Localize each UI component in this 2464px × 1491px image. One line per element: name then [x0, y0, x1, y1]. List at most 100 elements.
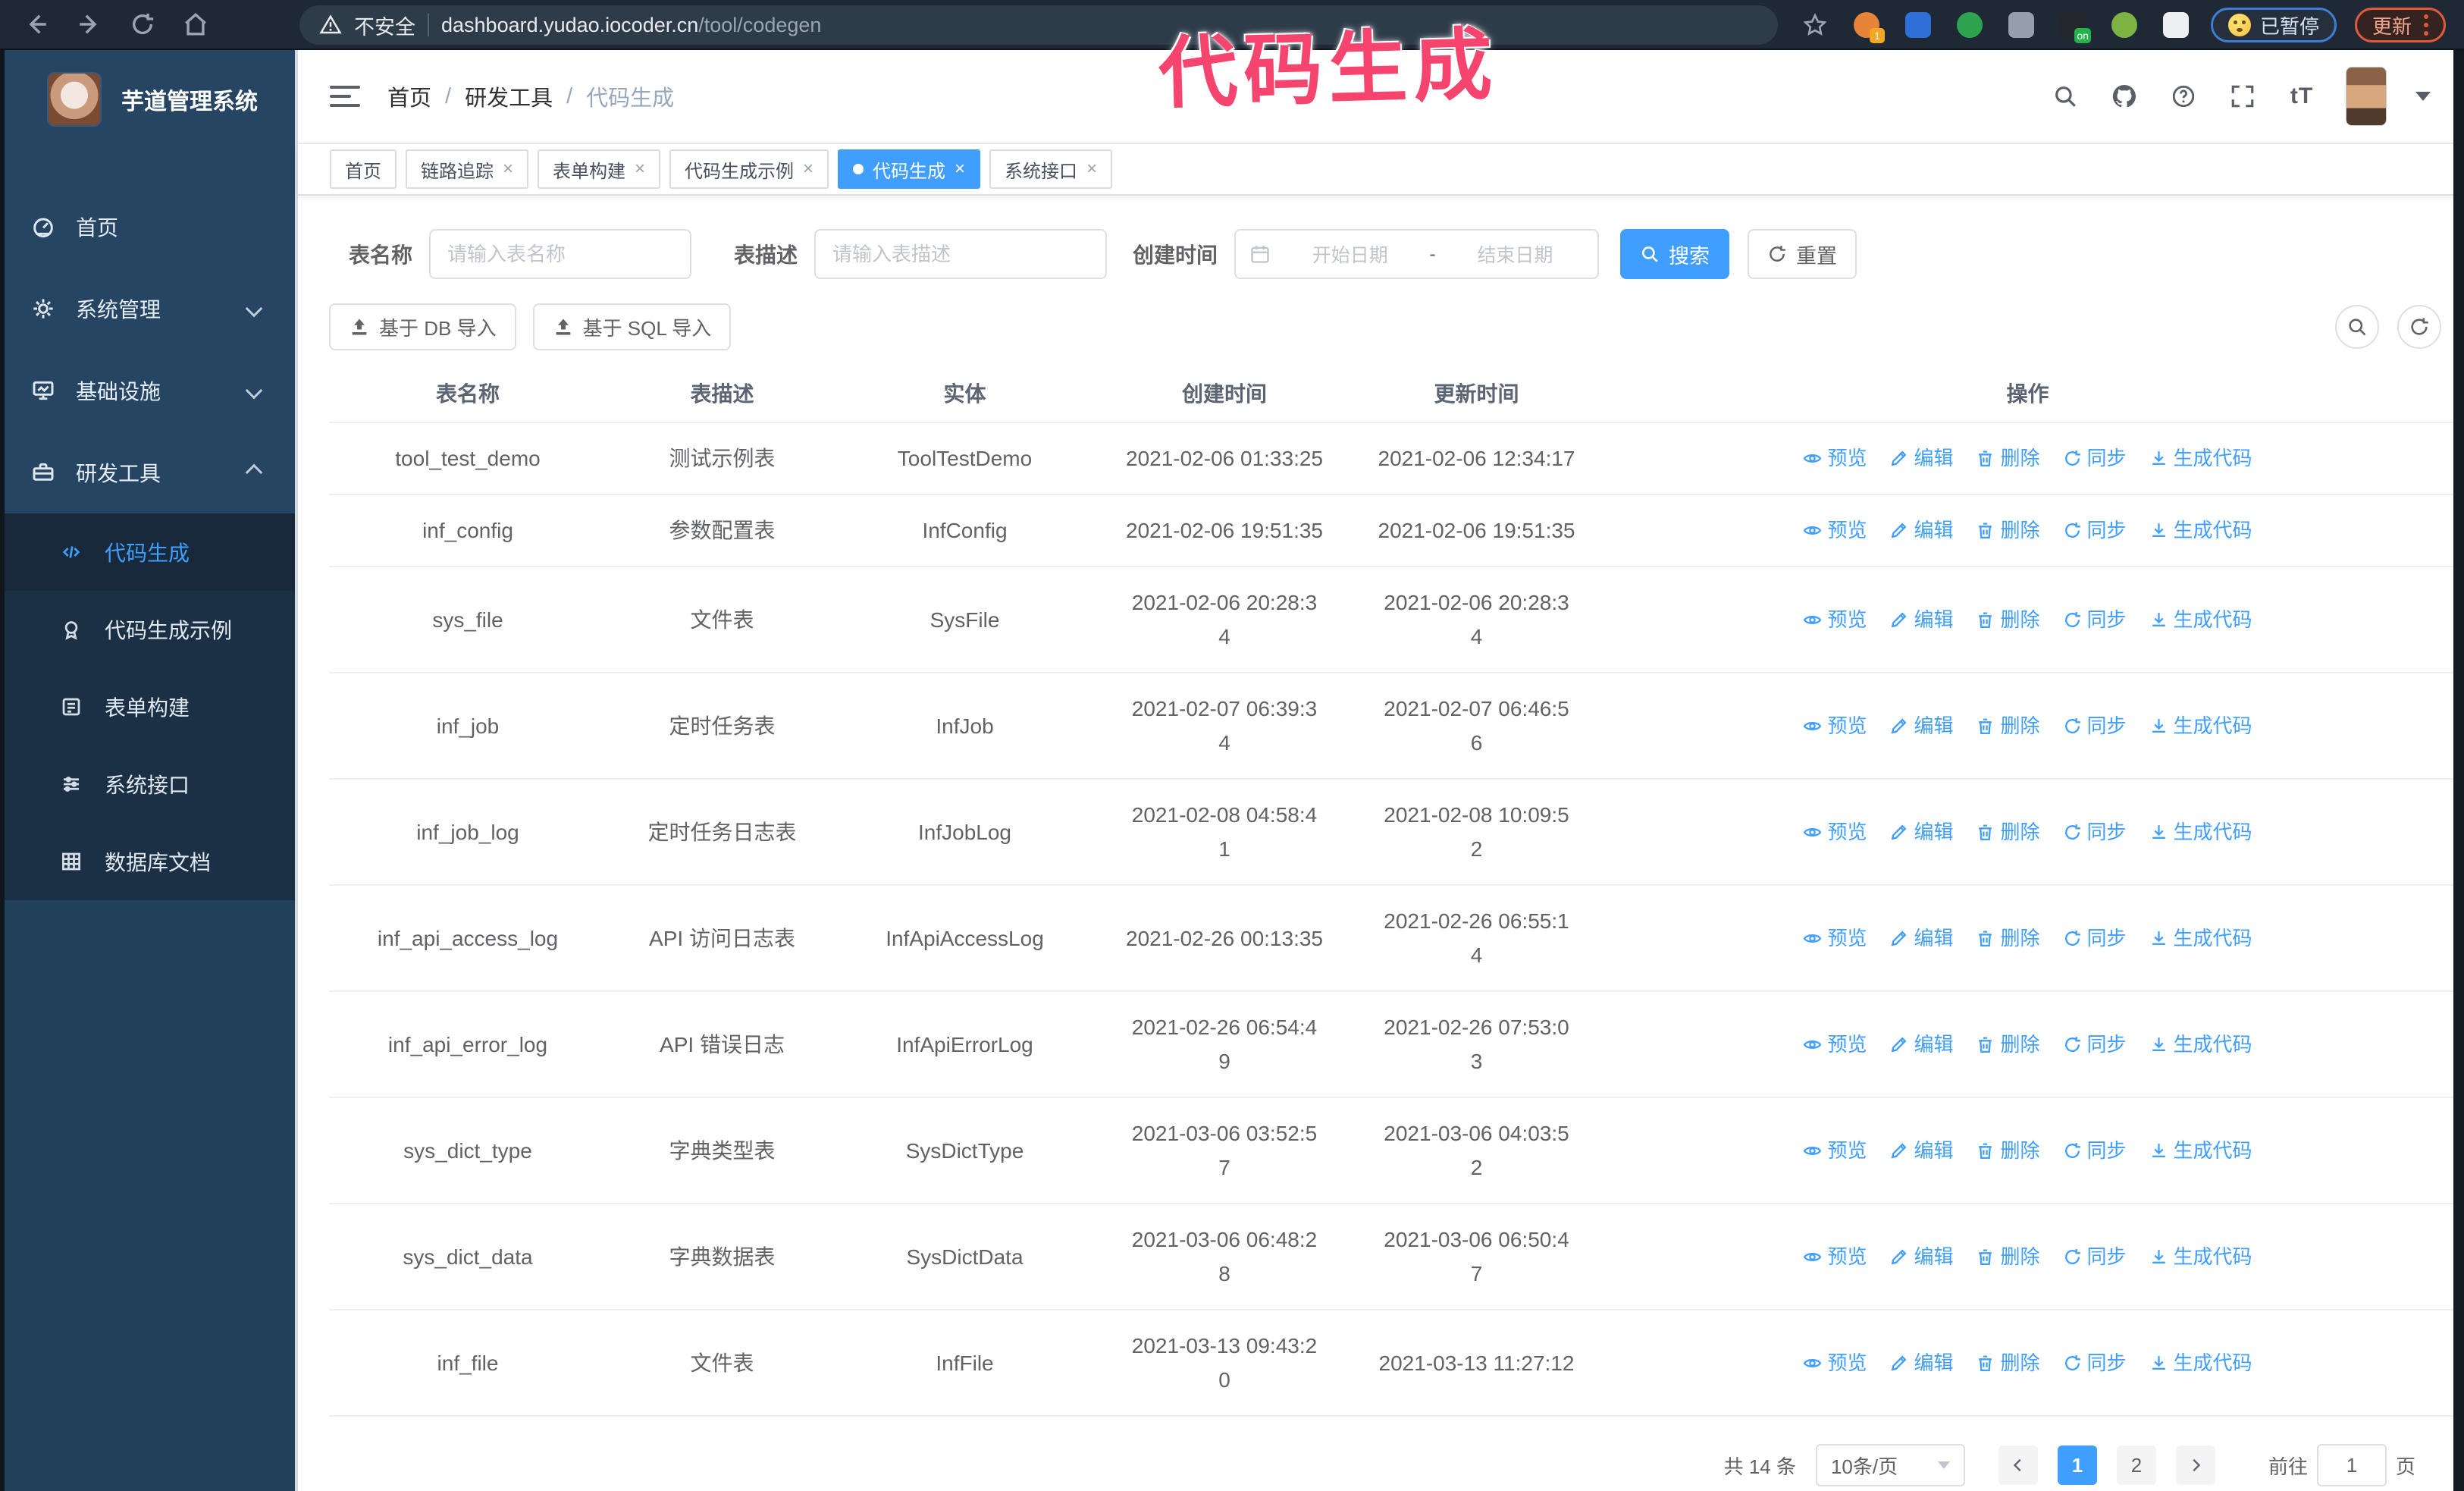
预览-action-link[interactable]: 预览 [1803, 513, 1867, 548]
address-bar[interactable]: 不安全 dashboard.yudao.iocoder.cn/tool/code… [299, 5, 1778, 45]
breadcrumb-item[interactable]: 研发工具 [465, 80, 553, 112]
goto-page-input[interactable] [2316, 1444, 2387, 1486]
help-icon[interactable] [2168, 81, 2199, 111]
同步-action-link[interactable]: 同步 [2063, 1240, 2127, 1274]
同步-action-link[interactable]: 同步 [2063, 921, 2127, 956]
同步-action-link[interactable]: 同步 [2063, 603, 2127, 637]
sidebar-item-1[interactable]: 系统管理 [0, 268, 295, 350]
编辑-action-link[interactable]: 编辑 [1889, 603, 1953, 637]
tab-系统接口[interactable]: 系统接口 × [989, 149, 1113, 189]
sidebar-item-5[interactable]: 代码生成示例 [0, 591, 295, 668]
table-name-input[interactable] [429, 229, 692, 279]
toggle-search-button[interactable] [2335, 305, 2379, 349]
删除-action-link[interactable]: 删除 [1976, 603, 2040, 637]
sidebar-item-3[interactable]: 研发工具 [0, 432, 295, 513]
预览-action-link[interactable]: 预览 [1803, 1346, 1867, 1380]
date-range-picker[interactable]: 开始日期 - 结束日期 [1234, 229, 1600, 279]
close-icon[interactable]: × [635, 160, 645, 178]
reload-icon[interactable] [126, 8, 159, 41]
green-robot-extension-icon[interactable] [2108, 8, 2141, 42]
blue-gem-extension-icon[interactable] [1901, 8, 1935, 42]
tab-代码生成示例[interactable]: 代码生成示例 × [669, 149, 829, 189]
sidebar-item-6[interactable]: 表单构建 [0, 668, 295, 746]
refresh-button[interactable] [2397, 305, 2441, 349]
同步-action-link[interactable]: 同步 [2063, 441, 2127, 476]
table-desc-input[interactable] [814, 229, 1108, 279]
sidebar-item-8[interactable]: 数据库文档 [0, 823, 295, 900]
green-check-extension-icon[interactable] [1953, 8, 1986, 42]
tab-首页[interactable]: 首页 [330, 149, 397, 189]
bookmark-star-icon[interactable] [1798, 8, 1832, 42]
forward-icon[interactable] [73, 8, 106, 41]
删除-action-link[interactable]: 删除 [1976, 921, 2040, 956]
tab-代码生成[interactable]: 代码生成 × [838, 149, 981, 189]
profile-paused-badge[interactable]: 已暂停 [2210, 8, 2337, 42]
tab-表单构建[interactable]: 表单构建 × [538, 149, 661, 189]
删除-action-link[interactable]: 删除 [1976, 1028, 2040, 1062]
back-icon[interactable] [20, 8, 53, 41]
sidebar-item-2[interactable]: 基础设施 [0, 350, 295, 432]
chrome-menu-icon[interactable] [2424, 14, 2428, 36]
编辑-action-link[interactable]: 编辑 [1889, 1346, 1953, 1380]
同步-action-link[interactable]: 同步 [2063, 513, 2127, 548]
home-icon[interactable] [179, 8, 212, 41]
编辑-action-link[interactable]: 编辑 [1889, 921, 1953, 956]
close-icon[interactable]: × [1086, 160, 1097, 178]
生成代码-action-link[interactable]: 生成代码 [2149, 815, 2252, 849]
page-button-2[interactable]: 2 [2116, 1445, 2156, 1485]
编辑-action-link[interactable]: 编辑 [1889, 709, 1953, 743]
同步-action-link[interactable]: 同步 [2063, 1028, 2127, 1062]
close-icon[interactable]: × [503, 160, 513, 178]
删除-action-link[interactable]: 删除 [1976, 513, 2040, 548]
puzzle-extension-icon[interactable] [2159, 8, 2193, 42]
close-icon[interactable]: × [955, 160, 965, 178]
orange-extension-icon[interactable]: 1 [1850, 8, 1885, 43]
page-size-select[interactable]: 10条/页 [1815, 1444, 1965, 1486]
import-sql-button[interactable]: 基于 SQL 导入 [532, 303, 732, 350]
next-page-button[interactable] [2175, 1445, 2215, 1485]
sidebar-item-0[interactable]: 首页 [0, 186, 295, 268]
sidebar-item-7[interactable]: 系统接口 [0, 746, 295, 823]
同步-action-link[interactable]: 同步 [2063, 1134, 2127, 1168]
同步-action-link[interactable]: 同步 [2063, 709, 2127, 743]
close-icon[interactable]: × [803, 160, 813, 178]
同步-action-link[interactable]: 同步 [2063, 1346, 2127, 1380]
预览-action-link[interactable]: 预览 [1803, 921, 1867, 956]
reset-button[interactable]: 重置 [1748, 229, 1857, 279]
page-button-1[interactable]: 1 [2057, 1445, 2097, 1485]
生成代码-action-link[interactable]: 生成代码 [2149, 1346, 2252, 1380]
生成代码-action-link[interactable]: 生成代码 [2149, 441, 2252, 476]
github-icon[interactable] [2109, 81, 2140, 111]
生成代码-action-link[interactable]: 生成代码 [2149, 1134, 2252, 1168]
预览-action-link[interactable]: 预览 [1803, 815, 1867, 849]
编辑-action-link[interactable]: 编辑 [1889, 1028, 1953, 1062]
生成代码-action-link[interactable]: 生成代码 [2149, 1240, 2252, 1274]
生成代码-action-link[interactable]: 生成代码 [2149, 603, 2252, 637]
hamburger-icon[interactable] [330, 86, 360, 107]
start-date-placeholder[interactable]: 开始日期 [1281, 240, 1419, 268]
预览-action-link[interactable]: 预览 [1803, 441, 1867, 476]
prev-page-button[interactable] [1998, 1445, 2038, 1485]
预览-action-link[interactable]: 预览 [1803, 1134, 1867, 1168]
编辑-action-link[interactable]: 编辑 [1889, 513, 1953, 548]
insecure-label[interactable]: 不安全 [354, 11, 415, 40]
avatar[interactable] [2346, 67, 2387, 126]
删除-action-link[interactable]: 删除 [1976, 1346, 2040, 1380]
search-button[interactable]: 搜索 [1620, 229, 1730, 279]
删除-action-link[interactable]: 删除 [1976, 815, 2040, 849]
生成代码-action-link[interactable]: 生成代码 [2149, 1028, 2252, 1062]
url-text[interactable]: dashboard.yudao.iocoder.cn/tool/codegen [441, 14, 821, 37]
生成代码-action-link[interactable]: 生成代码 [2149, 921, 2252, 956]
dark-on-extension-icon[interactable]: on [2056, 8, 2091, 43]
同步-action-link[interactable]: 同步 [2063, 815, 2127, 849]
编辑-action-link[interactable]: 编辑 [1889, 1134, 1953, 1168]
预览-action-link[interactable]: 预览 [1803, 603, 1867, 637]
生成代码-action-link[interactable]: 生成代码 [2149, 709, 2252, 743]
删除-action-link[interactable]: 删除 [1976, 1134, 2040, 1168]
生成代码-action-link[interactable]: 生成代码 [2149, 513, 2252, 548]
breadcrumb-item[interactable]: 首页 [387, 80, 431, 112]
sidebar-item-代码生成-active[interactable]: 代码生成 [0, 513, 295, 591]
编辑-action-link[interactable]: 编辑 [1889, 1240, 1953, 1274]
删除-action-link[interactable]: 删除 [1976, 1240, 2040, 1274]
fullscreen-icon[interactable] [2227, 81, 2258, 111]
